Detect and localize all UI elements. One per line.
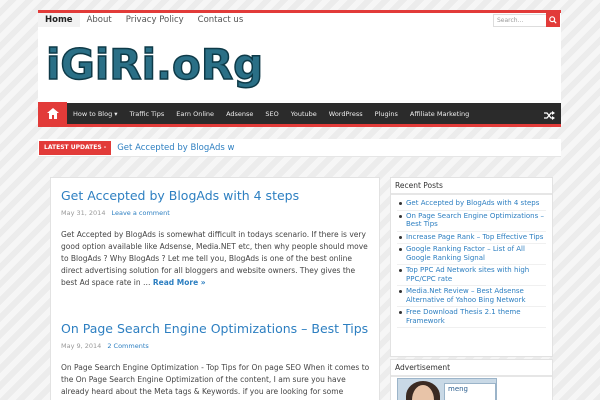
- recent-post-link[interactable]: Top PPC Ad Network sites with high PPC/C…: [397, 265, 546, 286]
- recent-post-link[interactable]: Google Ranking Factor – List of All Goog…: [397, 244, 546, 265]
- post-excerpt: On Page Search Engine Optimization - Top…: [61, 363, 370, 400]
- post-excerpt-text: Get Accepted by BlogAds is somewhat diff…: [61, 230, 368, 287]
- advertisement-widget: Advertisement meng: [390, 359, 553, 400]
- ticker-link[interactable]: Get Accepted by BlogAds w: [117, 143, 234, 153]
- site-header: iGiRi.oRg: [38, 27, 561, 103]
- nav-earn-online[interactable]: Earn Online: [170, 102, 220, 126]
- ad-banner[interactable]: meng: [397, 378, 497, 400]
- post-item: Get Accepted by BlogAds with 4 steps May…: [61, 188, 371, 289]
- post-meta: May 31, 2014 Leave a comment: [61, 209, 371, 217]
- random-post-button[interactable]: [537, 103, 561, 127]
- top-nav-contact-us[interactable]: Contact us: [191, 13, 251, 27]
- recent-post-link[interactable]: Get Accepted by BlogAds with 4 steps: [397, 198, 546, 211]
- logo-text: iGiRi.oRg: [46, 40, 263, 89]
- site-logo[interactable]: iGiRi.oRg: [44, 39, 284, 89]
- post-date: May 9, 2014: [61, 342, 102, 350]
- search-input[interactable]: Search...: [493, 14, 547, 27]
- ad-label: meng: [444, 383, 496, 400]
- top-nav-home[interactable]: Home: [38, 13, 80, 27]
- nav-wordpress[interactable]: WordPress: [323, 102, 369, 126]
- post-date: May 31, 2014: [61, 209, 106, 217]
- home-icon: [46, 108, 59, 119]
- main-nav: How to Blog ▾ Traffic Tips Earn Online A…: [38, 101, 561, 127]
- top-nav: Home About Privacy Policy Contact us: [38, 13, 250, 27]
- caret-down-icon: ▾: [114, 109, 118, 118]
- post-comments-link[interactable]: 2 Comments: [107, 342, 148, 350]
- top-nav-privacy-policy[interactable]: Privacy Policy: [119, 13, 191, 27]
- recent-post-link[interactable]: Media.Net Review – Best Adsense Alternat…: [397, 286, 546, 307]
- read-more-link[interactable]: Read More »: [153, 278, 206, 287]
- top-bar: Home About Privacy Policy Contact us Sea…: [38, 10, 561, 27]
- nav-plugins[interactable]: Plugins: [369, 102, 404, 126]
- post-list: Get Accepted by BlogAds with 4 steps May…: [50, 177, 380, 400]
- ticker-label: LATEST UPDATES -: [39, 140, 112, 155]
- recent-post-link[interactable]: Increase Page Rank – Top Effective Tips: [397, 232, 546, 244]
- nav-youtube[interactable]: Youtube: [285, 102, 323, 126]
- latest-updates-ticker: LATEST UPDATES - Get Accepted by BlogAds…: [38, 139, 561, 157]
- widget-title: Advertisement: [391, 360, 552, 377]
- shuffle-icon: [543, 110, 555, 120]
- widget-title: Recent Posts: [391, 178, 552, 195]
- nav-how-to-blog-label: How to Blog: [73, 109, 113, 118]
- recent-post-link[interactable]: On Page Search Engine Optimizations – Be…: [397, 211, 546, 232]
- recent-posts-widget: Recent Posts Get Accepted by BlogAds wit…: [390, 177, 553, 357]
- nav-adsense[interactable]: Adsense: [220, 102, 259, 126]
- post-title[interactable]: Get Accepted by BlogAds with 4 steps: [61, 188, 371, 204]
- recent-post-link[interactable]: Free Download Thesis 2.1 theme Framework: [397, 307, 546, 328]
- nav-affiliate-marketing[interactable]: Affiliate Marketing: [404, 102, 475, 126]
- post-title[interactable]: On Page Search Engine Optimizations – Be…: [61, 321, 371, 337]
- post-item: On Page Search Engine Optimizations – Be…: [61, 321, 371, 400]
- post-comments-link[interactable]: Leave a comment: [111, 209, 169, 217]
- recent-posts-list: Get Accepted by BlogAds with 4 steps On …: [391, 195, 552, 328]
- home-button[interactable]: [38, 101, 67, 126]
- post-meta: May 9, 2014 2 Comments: [61, 342, 371, 350]
- top-nav-about[interactable]: About: [80, 13, 119, 27]
- nav-traffic-tips[interactable]: Traffic Tips: [124, 102, 171, 126]
- nav-seo[interactable]: SEO: [259, 102, 284, 126]
- nav-how-to-blog[interactable]: How to Blog ▾: [67, 102, 124, 126]
- search-icon: [549, 16, 557, 24]
- search-button[interactable]: [546, 13, 560, 27]
- post-excerpt: Get Accepted by BlogAds is somewhat diff…: [61, 229, 371, 289]
